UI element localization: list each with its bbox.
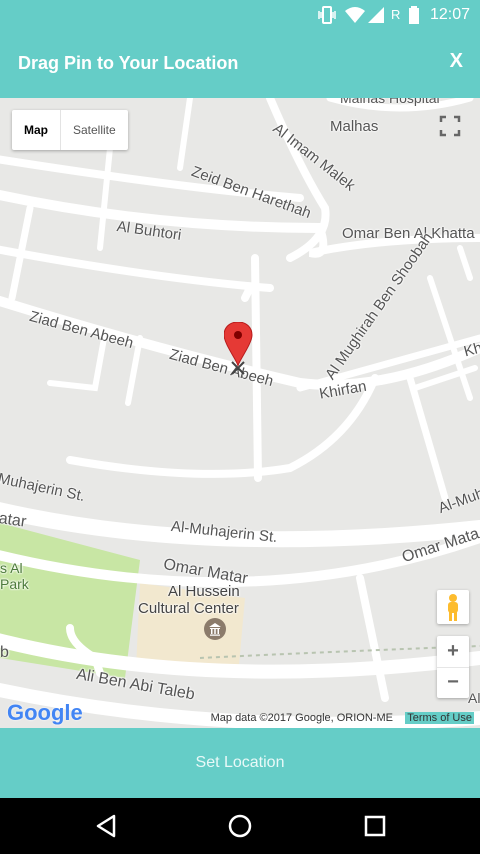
pegman-icon: [448, 594, 458, 621]
street-label: Malhas: [330, 118, 379, 135]
set-location-button[interactable]: Set Location: [0, 728, 480, 798]
zoom-out-button[interactable]: −: [437, 668, 469, 698]
google-logo: Google: [7, 700, 83, 725]
street-label: Omar Ben Al Khatta: [342, 225, 475, 242]
map-attribution: Map data ©2017 Google, ORION-ME: [210, 712, 393, 724]
back-icon[interactable]: [92, 812, 120, 840]
zoom-control: + −: [437, 636, 469, 698]
system-nav-bar: [0, 798, 480, 854]
park-label: Park: [0, 576, 29, 592]
street-label: Kh: [462, 339, 480, 361]
map-type-control: Map Satellite: [12, 110, 128, 150]
street-view-button[interactable]: [437, 590, 469, 624]
recents-icon[interactable]: [361, 812, 389, 840]
museum-icon[interactable]: [204, 618, 226, 640]
status-bar: R 12:07: [0, 0, 480, 30]
poi-label: Cultural Center: [138, 600, 239, 617]
fullscreen-button[interactable]: [432, 108, 468, 144]
poi-label: Al Hussein: [168, 583, 240, 600]
terms-of-use-link[interactable]: Terms of Use: [405, 712, 474, 724]
map-view[interactable]: Malhas Hospital Malhas Al Imam Malek Zei…: [0, 98, 480, 728]
page-title: Drag Pin to Your Location: [18, 53, 239, 73]
street-label: b: [0, 644, 9, 661]
status-time: 12:07: [429, 6, 470, 23]
fullscreen-icon: [439, 115, 461, 137]
street-label: Malhas Hospital: [340, 98, 440, 106]
map-attribution-bar: Map data ©2017 Google, ORION-ME Terms of…: [211, 712, 474, 724]
zoom-in-button[interactable]: +: [437, 636, 469, 668]
signal-icon: [368, 7, 384, 23]
close-button[interactable]: X: [450, 50, 463, 73]
map-type-satellite-button[interactable]: Satellite: [61, 110, 128, 150]
home-icon[interactable]: [226, 812, 254, 840]
map-type-map-button[interactable]: Map: [12, 110, 61, 150]
wifi-icon: [345, 7, 365, 23]
roaming-indicator: R: [391, 7, 401, 22]
battery-icon: [409, 6, 419, 24]
location-pin-icon[interactable]: [224, 322, 254, 382]
park-label: s Al: [0, 560, 23, 576]
app-bar: Drag Pin to Your Location X: [0, 30, 480, 98]
street-label: Al: [468, 690, 480, 706]
vibrate-icon: [318, 6, 336, 24]
street-label: atar: [0, 510, 28, 531]
